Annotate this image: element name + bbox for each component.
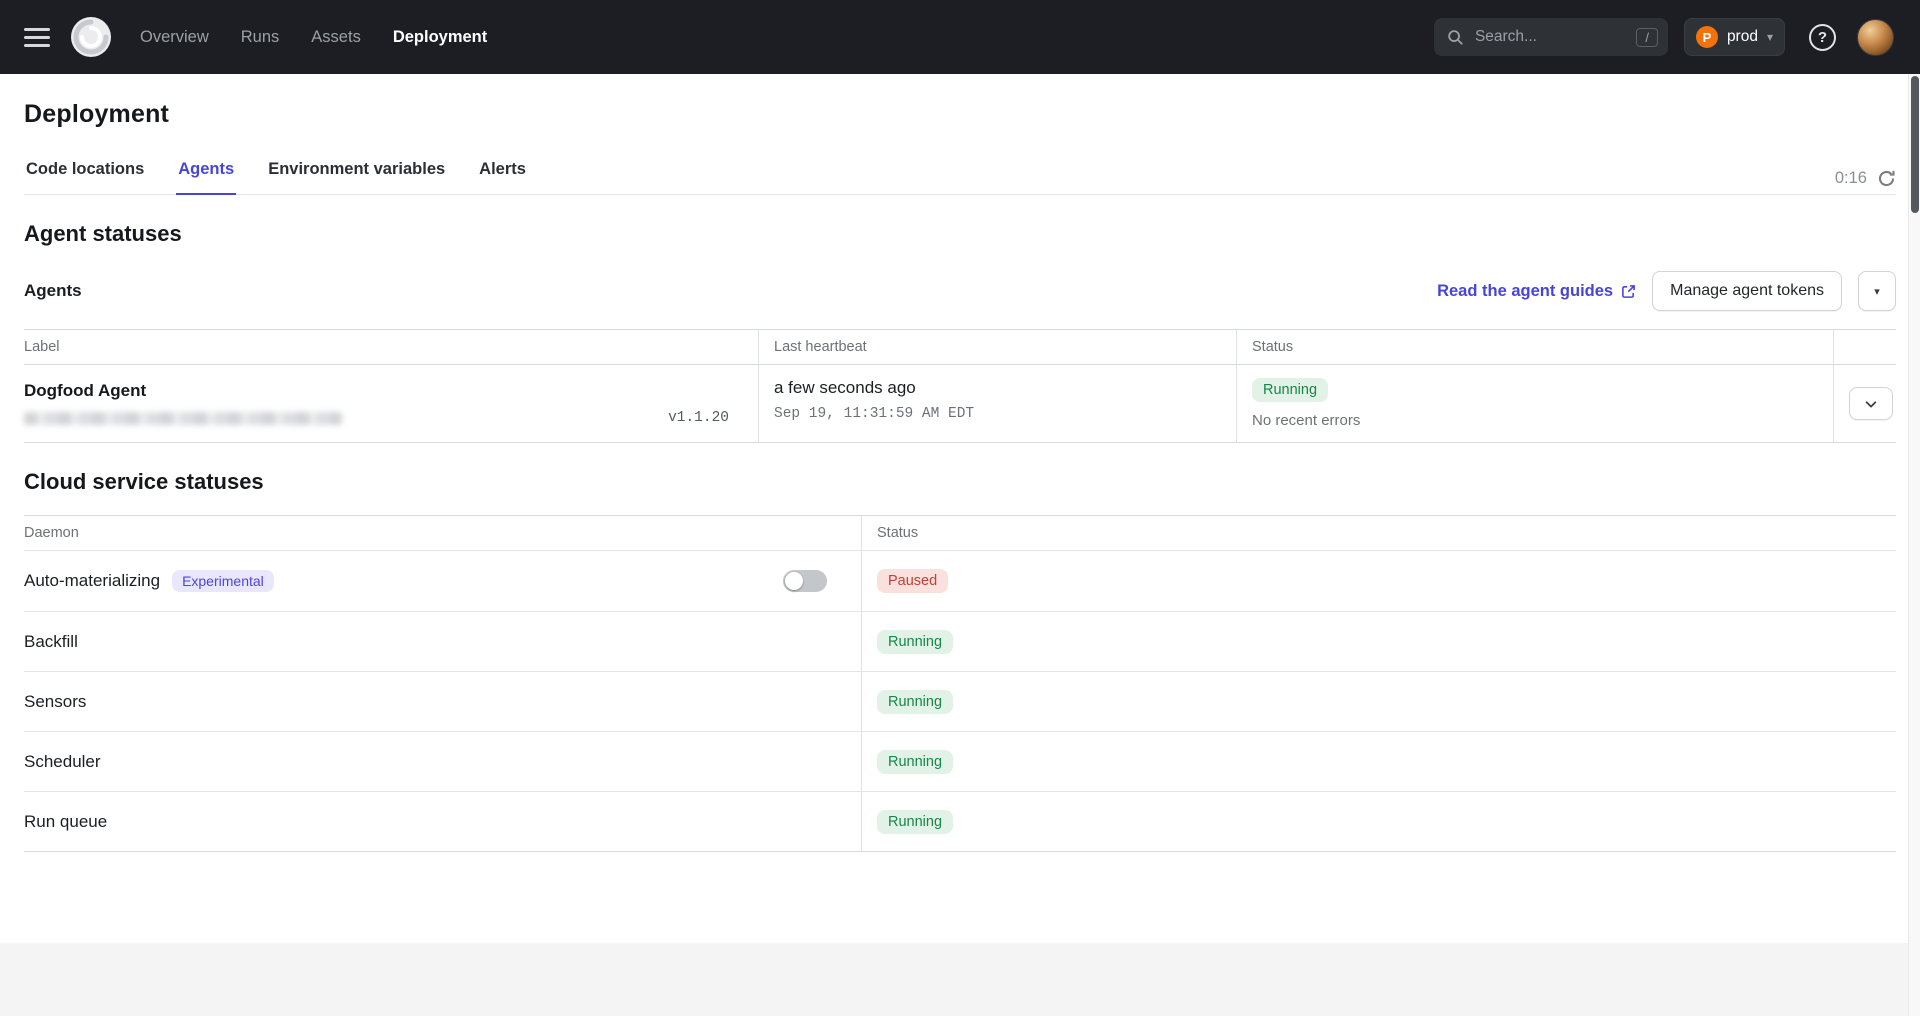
heartbeat-relative: a few seconds ago bbox=[774, 378, 1221, 398]
tab-code-locations[interactable]: Code locations bbox=[24, 160, 146, 195]
daemon-cell: Backfill bbox=[24, 612, 861, 671]
agents-more-actions-button[interactable]: ▾ bbox=[1858, 271, 1896, 311]
table-row: Sensors Running bbox=[24, 671, 1896, 731]
table-row: Scheduler Running bbox=[24, 731, 1896, 791]
search-box[interactable]: / bbox=[1434, 18, 1668, 56]
table-row: Backfill Running bbox=[24, 611, 1896, 671]
search-input[interactable] bbox=[1473, 27, 1627, 47]
agents-subheading: Agents bbox=[24, 281, 82, 301]
column-header-status: Status bbox=[861, 516, 1896, 550]
daemon-status-cell: Running bbox=[861, 792, 1896, 851]
daemon-name: Run queue bbox=[24, 812, 107, 832]
daemon-cell: Scheduler bbox=[24, 732, 861, 791]
nav-item-overview[interactable]: Overview bbox=[140, 28, 209, 47]
chevron-down-icon bbox=[1864, 397, 1878, 411]
tab-agents[interactable]: Agents bbox=[176, 160, 236, 195]
agents-table: Label Last heartbeat Status Dogfood Agen… bbox=[24, 329, 1896, 443]
status-badge: Running bbox=[877, 810, 953, 834]
agent-name: Dogfood Agent bbox=[24, 381, 743, 401]
cloud-service-statuses-heading: Cloud service statuses bbox=[24, 469, 1896, 495]
experimental-badge: Experimental bbox=[172, 570, 274, 592]
deployment-switcher[interactable]: P prod ▾ bbox=[1684, 18, 1785, 56]
heartbeat-timestamp: Sep 19, 11:31:59 AM EDT bbox=[774, 406, 1221, 422]
agent-id-redacted bbox=[24, 412, 342, 425]
status-badge: Paused bbox=[877, 569, 948, 593]
logo-swirl-icon bbox=[70, 16, 112, 58]
column-header-last-heartbeat: Last heartbeat bbox=[758, 330, 1236, 364]
daemon-status-cell: Paused bbox=[861, 551, 1896, 611]
agent-guides-link[interactable]: Read the agent guides bbox=[1437, 282, 1636, 301]
menu-icon[interactable] bbox=[24, 28, 50, 47]
agent-status-note: No recent errors bbox=[1252, 412, 1818, 429]
tab-alerts[interactable]: Alerts bbox=[477, 160, 528, 195]
agent-guides-link-label: Read the agent guides bbox=[1437, 282, 1613, 301]
manage-agent-tokens-button[interactable]: Manage agent tokens bbox=[1652, 271, 1842, 311]
main-content: Deployment Code locations Agents Environ… bbox=[0, 100, 1920, 852]
agent-version: v1.1.20 bbox=[668, 410, 729, 426]
refresh-icon bbox=[1877, 169, 1896, 188]
search-shortcut-key: / bbox=[1636, 28, 1658, 47]
daemon-name: Sensors bbox=[24, 692, 86, 712]
daemon-cell: Sensors bbox=[24, 672, 861, 731]
vertical-scrollbar[interactable] bbox=[1908, 74, 1920, 1016]
daemon-cell: Auto-materializing Experimental bbox=[24, 551, 861, 611]
nav-item-deployment[interactable]: Deployment bbox=[393, 28, 487, 47]
agents-table-header: Label Last heartbeat Status bbox=[24, 330, 1896, 365]
column-header-status: Status bbox=[1236, 330, 1833, 364]
nav-item-runs[interactable]: Runs bbox=[241, 28, 280, 47]
nav-links: Overview Runs Assets Deployment bbox=[140, 28, 487, 47]
deployment-name: prod bbox=[1727, 28, 1758, 46]
deployment-avatar: P bbox=[1696, 26, 1718, 48]
cloud-services-table: Daemon Status Auto-materializing Experim… bbox=[24, 515, 1896, 852]
refresh-timer: 0:16 bbox=[1835, 169, 1867, 188]
question-mark-icon: ? bbox=[1818, 29, 1827, 46]
external-link-icon bbox=[1621, 284, 1636, 299]
chevron-down-icon: ▾ bbox=[1767, 30, 1773, 44]
daemon-name: Backfill bbox=[24, 632, 78, 652]
daemon-cell: Run queue bbox=[24, 792, 861, 851]
dagster-logo[interactable] bbox=[70, 16, 112, 58]
agent-status-cell: Running No recent errors bbox=[1236, 365, 1833, 442]
status-badge: Running bbox=[877, 690, 953, 714]
status-badge: Running bbox=[877, 630, 953, 654]
toggle-knob bbox=[785, 572, 803, 590]
daemon-name: Scheduler bbox=[24, 752, 101, 772]
agent-label-cell: Dogfood Agent v1.1.20 bbox=[24, 365, 758, 442]
daemon-status-cell: Running bbox=[861, 672, 1896, 731]
table-row: Dogfood Agent v1.1.20 a few seconds ago … bbox=[24, 365, 1896, 442]
agent-heartbeat-cell: a few seconds ago Sep 19, 11:31:59 AM ED… bbox=[758, 365, 1236, 442]
caret-down-icon: ▾ bbox=[1874, 286, 1880, 298]
scrollbar-thumb[interactable] bbox=[1911, 76, 1919, 213]
table-row: Auto-materializing Experimental Paused bbox=[24, 551, 1896, 611]
tab-environment-variables[interactable]: Environment variables bbox=[266, 160, 447, 195]
user-avatar[interactable] bbox=[1857, 19, 1894, 56]
column-header-daemon: Daemon bbox=[24, 516, 861, 550]
daemon-name: Auto-materializing bbox=[24, 571, 160, 591]
nav-item-assets[interactable]: Assets bbox=[311, 28, 361, 47]
help-button[interactable]: ? bbox=[1809, 24, 1836, 51]
auto-materializing-toggle[interactable] bbox=[783, 570, 827, 592]
page-footer-area bbox=[0, 943, 1920, 1016]
top-nav: Overview Runs Assets Deployment / P prod… bbox=[0, 0, 1920, 74]
deployment-tabs: Code locations Agents Environment variab… bbox=[24, 160, 1896, 195]
cloud-table-header: Daemon Status bbox=[24, 516, 1896, 551]
agent-expand-button[interactable] bbox=[1849, 387, 1893, 420]
column-header-actions bbox=[1833, 330, 1896, 364]
search-icon bbox=[1446, 28, 1464, 46]
page-title: Deployment bbox=[24, 100, 1896, 129]
status-badge: Running bbox=[877, 750, 953, 774]
daemon-status-cell: Running bbox=[861, 732, 1896, 791]
agent-actions-cell bbox=[1833, 365, 1908, 442]
status-badge: Running bbox=[1252, 378, 1328, 402]
table-row: Run queue Running bbox=[24, 791, 1896, 851]
agent-statuses-heading: Agent statuses bbox=[24, 221, 1896, 247]
column-header-label: Label bbox=[24, 330, 758, 364]
refresh-button[interactable] bbox=[1877, 169, 1896, 188]
agents-toolbar: Agents Read the agent guides Manage agen… bbox=[24, 271, 1896, 311]
daemon-status-cell: Running bbox=[861, 612, 1896, 671]
